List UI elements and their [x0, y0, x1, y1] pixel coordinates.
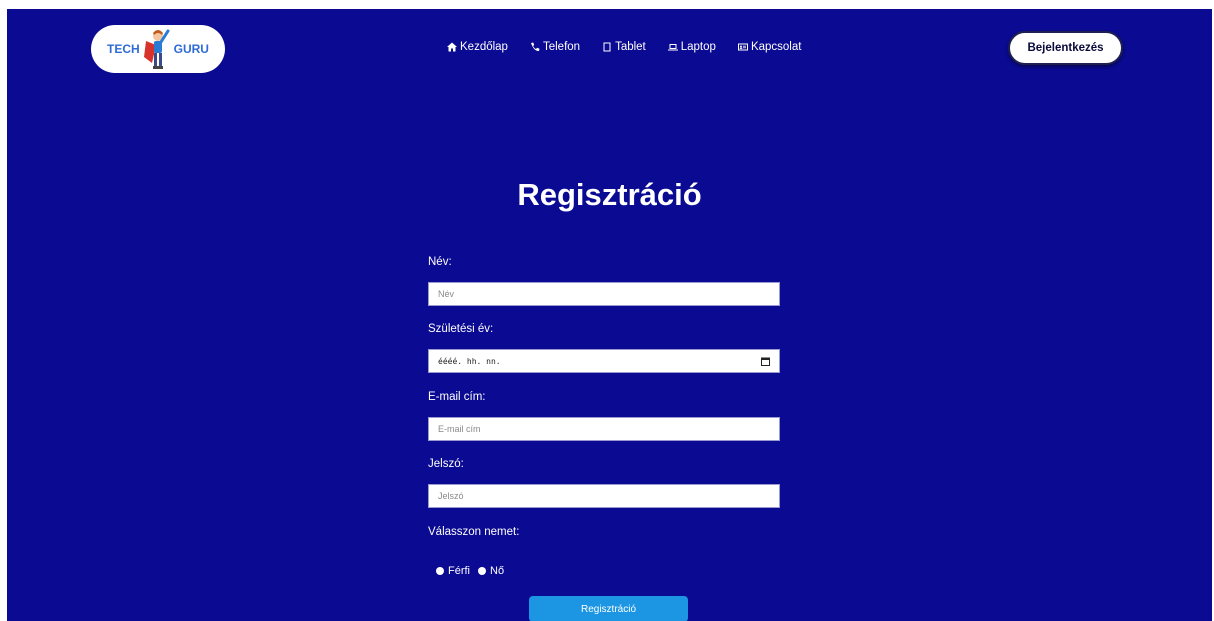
name-label: Név: [428, 256, 452, 268]
radio-icon [478, 567, 486, 575]
phone-icon [530, 42, 540, 52]
superhero-mascot-icon [143, 29, 170, 69]
gender-radio-female[interactable]: Nő [478, 565, 504, 577]
logo-text-tech: TECH [107, 42, 140, 56]
birth-date-placeholder: éééé. hh. nn. [438, 356, 501, 366]
birth-label: Születési év: [428, 323, 494, 335]
name-input[interactable]: Név [428, 282, 780, 306]
nav-item-tablet[interactable]: Tablet [602, 41, 646, 53]
site-logo[interactable]: TECH GURU [91, 25, 225, 73]
home-icon [447, 42, 457, 52]
nav-label-phone: Telefon [542, 41, 581, 53]
gender-option-label: Férfi [448, 565, 470, 577]
password-label: Jelszó: [428, 458, 464, 470]
nav-item-laptop[interactable]: Laptop [667, 41, 716, 53]
page-title: Regisztráció [517, 177, 702, 212]
logo-text-guru: GURU [173, 42, 209, 56]
password-input[interactable]: Jelszó [428, 484, 780, 508]
gender-option-label: Nő [490, 565, 505, 577]
nav-label-home: Kezdőlap [460, 41, 508, 53]
contact-card-icon [737, 43, 748, 51]
nav-item-contact[interactable]: Kapcsolat [737, 41, 802, 53]
nav-label-contact: Kapcsolat [750, 41, 802, 53]
email-label: E-mail cím: [428, 391, 486, 403]
nav-label-laptop: Laptop [680, 41, 716, 53]
gender-label: Válasszon nemet: [428, 526, 520, 538]
laptop-icon [667, 44, 678, 51]
gender-options: Férfi Nő [436, 565, 504, 577]
birth-date-input[interactable]: éééé. hh. nn. [428, 349, 780, 373]
register-submit-button[interactable]: Regisztráció [529, 596, 688, 621]
gender-radio-male[interactable]: Férfi [436, 565, 470, 577]
nav-item-home[interactable]: Kezdőlap [447, 41, 508, 53]
tablet-icon [603, 42, 611, 52]
main-nav: Kezdőlap Telefon Tablet Laptop Kapcsolat [447, 41, 801, 53]
radio-icon [436, 567, 444, 575]
login-button[interactable]: Bejelentkezés [1008, 31, 1123, 65]
email-input[interactable]: E-mail cím [428, 417, 780, 441]
calendar-icon[interactable] [761, 357, 770, 366]
nav-label-tablet: Tablet [615, 41, 646, 53]
nav-item-phone[interactable]: Telefon [530, 41, 580, 53]
page-background: TECH GURU Kezdőlap Telefon Tablet Laptop… [7, 9, 1212, 621]
